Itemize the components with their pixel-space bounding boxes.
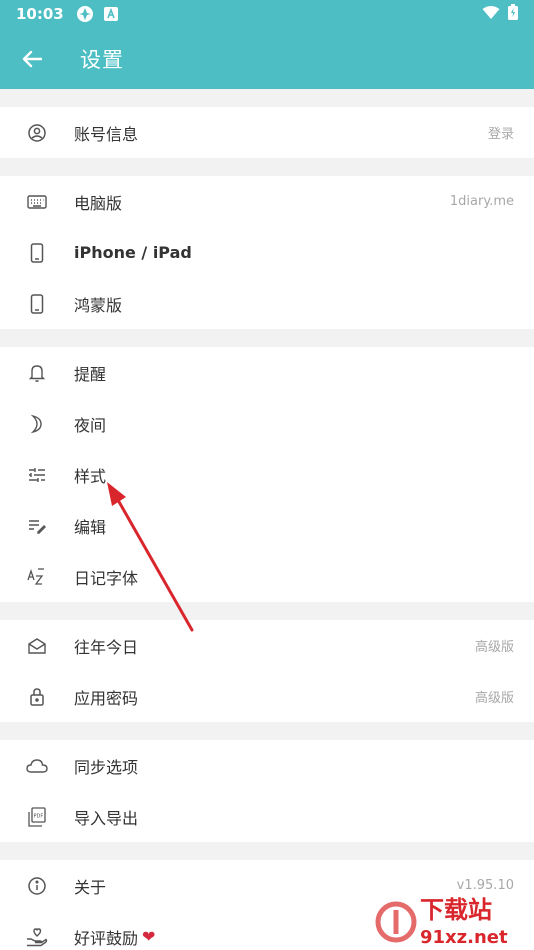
lock-icon xyxy=(26,686,48,708)
notification-a-icon xyxy=(103,7,118,21)
settings-row-diary-font[interactable]: 日记字体 xyxy=(0,551,534,602)
settings-row-edit[interactable]: 编辑 xyxy=(0,500,534,551)
font-az-icon xyxy=(26,566,48,588)
sliders-icon xyxy=(26,464,48,486)
row-label: 账号信息 xyxy=(74,124,139,144)
pdf-file-icon: PDF xyxy=(26,806,48,828)
about-group: 关于 v1.95.10 好评鼓励 ❤ xyxy=(0,860,534,950)
settings-list: 账号信息 登录 电脑版 1diary.me iPhone / iPad 鸿蒙版 xyxy=(0,89,534,950)
app-bar: 设置 xyxy=(0,28,534,89)
settings-row-iphone[interactable]: iPhone / iPad xyxy=(0,227,534,278)
row-label: 电脑版 xyxy=(74,193,123,213)
data-group: 同步选项 PDF 导入导出 xyxy=(0,740,534,842)
heart-icon: ❤ xyxy=(142,927,156,946)
cloud-icon xyxy=(26,755,48,777)
status-bar: 10:03 xyxy=(0,0,534,28)
account-group: 账号信息 登录 xyxy=(0,107,534,158)
premium-badge: 高级版 xyxy=(474,691,514,706)
settings-row-on-this-day[interactable]: 往年今日 高级版 xyxy=(0,620,534,671)
moon-icon xyxy=(26,413,48,435)
settings-row-import-export[interactable]: PDF 导入导出 xyxy=(0,791,534,842)
settings-row-account[interactable]: 账号信息 登录 xyxy=(0,107,534,158)
settings-row-app-password[interactable]: 应用密码 高级版 xyxy=(0,671,534,722)
row-label: 往年今日 xyxy=(74,637,139,657)
edit-list-icon xyxy=(26,515,48,537)
settings-row-rate[interactable]: 好评鼓励 ❤ xyxy=(0,911,534,950)
row-label: 好评鼓励 xyxy=(74,928,139,948)
settings-row-harmony[interactable]: 鸿蒙版 xyxy=(0,278,534,329)
row-label: iPhone / iPad xyxy=(74,243,192,262)
row-label: 鸿蒙版 xyxy=(74,295,123,315)
phone-icon xyxy=(26,293,48,315)
settings-row-style[interactable]: 样式 xyxy=(0,449,534,500)
settings-row-about[interactable]: 关于 v1.95.10 xyxy=(0,860,534,911)
settings-row-sync[interactable]: 同步选项 xyxy=(0,740,534,791)
preferences-group: 提醒 夜间 样式 编辑 日记字体 xyxy=(0,347,534,602)
back-button[interactable] xyxy=(0,28,64,89)
row-label: 夜间 xyxy=(74,415,107,435)
row-label: 样式 xyxy=(74,466,107,486)
row-label: 日记字体 xyxy=(74,568,139,588)
row-label: 应用密码 xyxy=(74,688,139,708)
wifi-icon xyxy=(482,5,500,24)
page-title: 设置 xyxy=(80,47,124,72)
row-value: 1diary.me xyxy=(449,194,514,209)
envelope-open-icon xyxy=(26,635,48,657)
user-circle-icon xyxy=(26,122,48,144)
settings-app-icon xyxy=(76,5,94,23)
bell-icon xyxy=(26,362,48,384)
hand-heart-icon xyxy=(26,926,48,948)
platforms-group: 电脑版 1diary.me iPhone / iPad 鸿蒙版 xyxy=(0,176,534,329)
keyboard-icon xyxy=(26,191,48,213)
premium-badge: 高级版 xyxy=(474,640,514,655)
row-label: 导入导出 xyxy=(74,808,139,828)
settings-row-night[interactable]: 夜间 xyxy=(0,398,534,449)
login-link[interactable]: 登录 xyxy=(488,123,514,142)
row-label: 同步选项 xyxy=(74,757,139,777)
version-text: v1.95.10 xyxy=(456,878,514,893)
svg-text:PDF: PDF xyxy=(34,813,44,819)
settings-row-desktop[interactable]: 电脑版 1diary.me xyxy=(0,176,534,227)
settings-row-reminder[interactable]: 提醒 xyxy=(0,347,534,398)
arrow-left-icon xyxy=(22,50,42,67)
row-label: 关于 xyxy=(74,877,107,897)
battery-icon xyxy=(508,4,518,24)
row-label: 提醒 xyxy=(74,364,107,384)
info-icon xyxy=(26,875,48,897)
phone-icon xyxy=(26,242,48,264)
premium-group: 往年今日 高级版 应用密码 高级版 xyxy=(0,620,534,722)
row-label: 编辑 xyxy=(74,517,107,537)
status-time: 10:03 xyxy=(16,5,64,23)
